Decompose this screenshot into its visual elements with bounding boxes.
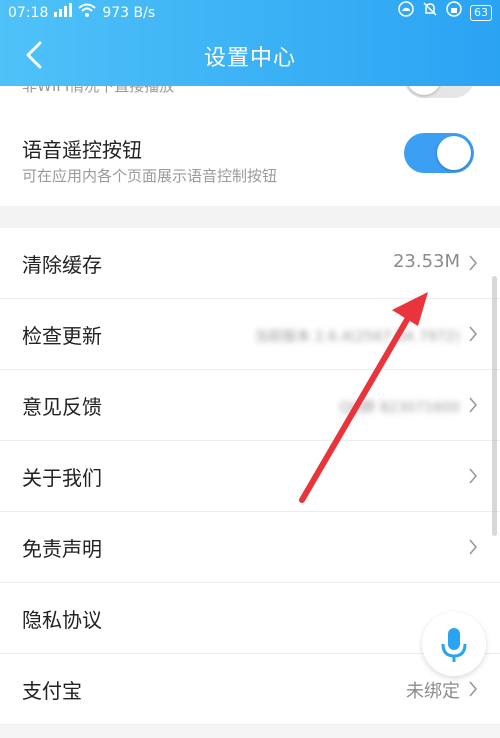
toggle-knob [407,86,441,95]
page-title: 设置中心 [203,46,296,71]
wifi-icon [78,0,97,26]
list-item-clear-cache[interactable]: 清除缓存 23.53M [0,228,500,299]
toggle-knob [437,136,471,170]
battery-indicator: 63 [470,5,492,21]
scrollbar[interactable] [492,276,497,536]
lock-rotation-icon [446,0,462,26]
toggle-sub: 可在应用内各个页面展示语音控制按钮 [22,167,278,185]
voice-control-toggle[interactable] [404,133,474,173]
status-time: 07:18 [8,5,49,21]
chevron-right-icon [469,539,478,555]
chevron-right-icon [469,397,478,413]
alipay-status: 未绑定 [406,681,460,702]
list-item-label: 检查更新 [22,324,102,348]
voice-control-button[interactable] [422,612,486,676]
section-divider [0,206,500,228]
chevron-right-icon [469,255,478,271]
chevron-right-icon [469,468,478,484]
toggle-label: 语音遥控按钮 [22,138,142,162]
chevron-right-icon [469,681,478,697]
autoplay-toggle[interactable] [404,86,474,98]
cache-size-value: 23.53M [392,251,460,272]
list-item-label: 意见反馈 [22,395,102,419]
list-item-label: 清除缓存 [22,253,102,277]
toggle-card: 非WIFI情况下直接播放 语音遥控按钮 可在应用内各个页面展示语音控制按钮 [0,86,500,206]
microphone-icon [441,628,467,662]
network-speed: 973 B/s [102,5,156,21]
cloud-icon [398,0,414,26]
list-item-check-update[interactable]: 检查更新 当前版本 2.6.4(2567 0A 7972) [0,299,500,370]
signal-icon [54,0,73,26]
version-value: 当前版本 2.6.4(2567 0A 7972) [254,329,460,345]
list-item-label: 关于我们 [22,466,102,490]
list-item-about[interactable]: 关于我们 [0,441,500,512]
list-item-disclaimer[interactable]: 免责声明 [0,512,500,583]
title-bar: 设置中心 [0,26,500,86]
app-header: 07:18 973 B/s 63 设置中心 [0,0,500,86]
mute-bell-icon [422,0,438,26]
toggle-row-autoplay: 非WIFI情况下直接播放 [0,86,500,128]
list-item-label: 免责声明 [22,537,102,561]
feedback-value: QQ群 823071600 [339,400,460,416]
list-item-feedback[interactable]: 意见反馈 QQ群 823071600 [0,370,500,441]
status-bar: 07:18 973 B/s 63 [0,0,500,26]
list-item-label: 隐私协议 [22,608,102,632]
toggle-row-voice: 语音遥控按钮 可在应用内各个页面展示语音控制按钮 [0,128,500,206]
list-item-label: 支付宝 [22,679,82,703]
toggle-sub: 非WIFI情况下直接播放 [22,86,175,95]
chevron-right-icon [469,326,478,342]
